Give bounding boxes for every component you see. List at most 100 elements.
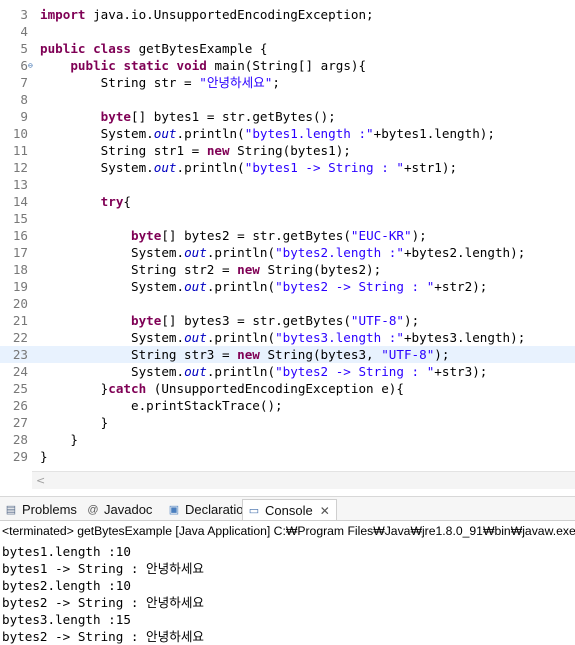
- keyword-token: import: [40, 7, 86, 22]
- code-line[interactable]: 21 byte[] bytes3 = str.getBytes("UTF-8")…: [0, 312, 575, 329]
- code-token: .println(: [206, 364, 276, 379]
- code-text: byte[] bytes3 = str.getBytes("UTF-8");: [40, 312, 419, 329]
- line-number: 6: [20, 58, 28, 73]
- code-line[interactable]: 29}: [0, 448, 575, 465]
- code-line[interactable]: 5 public class getBytesExample {: [0, 40, 575, 57]
- line-number: 11: [12, 143, 28, 158]
- line-number: 29: [12, 449, 28, 464]
- code-token: main(String[] args){: [206, 58, 367, 73]
- code-line[interactable]: 19 System.out.println("bytes2 -> String …: [0, 278, 575, 295]
- line-number: 25: [12, 381, 28, 396]
- code-token: .println(: [206, 279, 276, 294]
- code-token: }: [40, 381, 109, 396]
- line-number: 10: [12, 126, 28, 141]
- javadoc-icon: @: [87, 504, 99, 516]
- code-token: String str3 =: [40, 347, 238, 362]
- string-token: "bytes3.length :": [275, 330, 404, 345]
- code-line[interactable]: 12 System.out.println("bytes1 -> String …: [0, 159, 575, 176]
- keyword-token: new: [206, 143, 230, 158]
- code-text: }catch (UnsupportedEncodingException e){: [40, 380, 404, 397]
- field-token: out: [184, 245, 207, 260]
- code-token: System.: [40, 330, 185, 345]
- line-number: 22: [12, 330, 28, 345]
- code-text: System.out.println("bytes1.length :"+byt…: [40, 125, 495, 142]
- scroll-left-icon[interactable]: <: [36, 474, 45, 487]
- code-text: String str2 = new String(bytes2);: [40, 261, 381, 278]
- code-token: .println(: [176, 160, 245, 175]
- code-token: System.: [40, 364, 185, 379]
- line-number: 28: [12, 432, 28, 447]
- code-text: }: [40, 448, 48, 465]
- code-token: }: [40, 432, 78, 447]
- code-line[interactable]: 25 }catch (UnsupportedEncodingException …: [0, 380, 575, 397]
- code-line[interactable]: 20: [0, 295, 575, 312]
- tab-console[interactable]: ▭ Console ✕: [242, 499, 337, 521]
- code-line[interactable]: 23 String str3 = new String(bytes3, "UTF…: [0, 346, 575, 363]
- code-token: System.: [40, 160, 154, 175]
- tab-declaration[interactable]: ▣ Declaration: [165, 499, 253, 521]
- code-line[interactable]: 11 String str1 = new String(bytes1);: [0, 142, 575, 159]
- code-text: String str1 = new String(bytes1);: [40, 142, 351, 159]
- close-icon[interactable]: ✕: [320, 501, 330, 521]
- console-view[interactable]: <terminated> getBytesExample [Java Appli…: [0, 520, 575, 645]
- code-token: {: [123, 194, 132, 209]
- line-number: 20: [12, 296, 28, 311]
- fold-collapse-icon[interactable]: ⊖: [28, 57, 38, 74]
- code-line[interactable]: 14 try{: [0, 193, 575, 210]
- console-status-header: <terminated> getBytesExample [Java Appli…: [2, 524, 575, 538]
- field-token: out: [184, 364, 207, 379]
- code-text: System.out.println("bytes3.length :"+byt…: [40, 329, 525, 346]
- console-output-line: bytes1.length :10: [2, 544, 131, 559]
- line-number: 19: [12, 279, 28, 294]
- keyword-token: new: [237, 262, 260, 277]
- line-number: 4: [20, 24, 28, 39]
- code-token: +str2);: [434, 279, 488, 294]
- code-text: System.out.println("bytes2 -> String : "…: [40, 278, 487, 295]
- line-number: 18: [12, 262, 28, 277]
- line-number: 17: [12, 245, 28, 260]
- code-text: String str3 = new String(bytes3, "UTF-8"…: [40, 346, 449, 363]
- code-line[interactable]: 10 System.out.println("bytes1.length :"+…: [0, 125, 575, 142]
- keyword-token: class: [93, 41, 132, 56]
- code-token: getBytesExample {: [131, 41, 268, 56]
- keyword-token: byte: [131, 228, 162, 243]
- code-editor[interactable]: 3 import java.io.UnsupportedEncodingExcep…: [0, 0, 575, 471]
- tab-javadoc[interactable]: @ Javadoc: [84, 499, 154, 521]
- code-token: +str1);: [403, 160, 458, 175]
- code-token: );: [434, 347, 450, 362]
- keyword-token: byte: [100, 109, 132, 124]
- keyword-token: try: [100, 194, 124, 209]
- tab-problems[interactable]: ▤ Problems: [2, 499, 79, 521]
- code-line[interactable]: 4: [0, 23, 575, 40]
- line-number: 16: [12, 228, 28, 243]
- line-number: 5: [20, 41, 28, 56]
- string-token: "UTF-8": [381, 347, 435, 362]
- code-line[interactable]: 15: [0, 210, 575, 227]
- code-line[interactable]: 7 String str = "안녕하세요";: [0, 74, 575, 91]
- code-line[interactable]: 13: [0, 176, 575, 193]
- code-line[interactable]: 22 System.out.println("bytes3.length :"+…: [0, 329, 575, 346]
- code-token: [] bytes1 = str.getBytes();: [131, 109, 336, 124]
- code-text: byte[] bytes2 = str.getBytes("EUC-KR");: [40, 227, 427, 244]
- code-line[interactable]: 6 ⊖ public static void main(String[] args…: [0, 57, 575, 74]
- line-number: 13: [12, 177, 28, 192]
- string-token: "bytes1.length :": [244, 126, 374, 141]
- code-line[interactable]: 24 System.out.println("bytes2 -> String …: [0, 363, 575, 380]
- code-line[interactable]: 28 }: [0, 431, 575, 448]
- field-token: out: [184, 330, 207, 345]
- line-number: 9: [20, 109, 28, 124]
- code-token: }: [40, 415, 109, 430]
- code-line[interactable]: 3 import java.io.UnsupportedEncodingExcep…: [0, 6, 575, 23]
- code-line[interactable]: 17 System.out.println("bytes2.length :"+…: [0, 244, 575, 261]
- code-line[interactable]: 26 e.printStackTrace();: [0, 397, 575, 414]
- code-line[interactable]: 9 byte[] bytes1 = str.getBytes();: [0, 108, 575, 125]
- code-line[interactable]: 18 String str2 = new String(bytes2);: [0, 261, 575, 278]
- code-token: (UnsupportedEncodingException e){: [146, 381, 404, 396]
- code-line[interactable]: 8: [0, 91, 575, 108]
- string-token: "bytes2 -> String : ": [275, 364, 435, 379]
- code-line[interactable]: 16 byte[] bytes2 = str.getBytes("EUC-KR"…: [0, 227, 575, 244]
- code-line[interactable]: 27 }: [0, 414, 575, 431]
- editor-horizontal-scrollbar[interactable]: <: [32, 471, 575, 489]
